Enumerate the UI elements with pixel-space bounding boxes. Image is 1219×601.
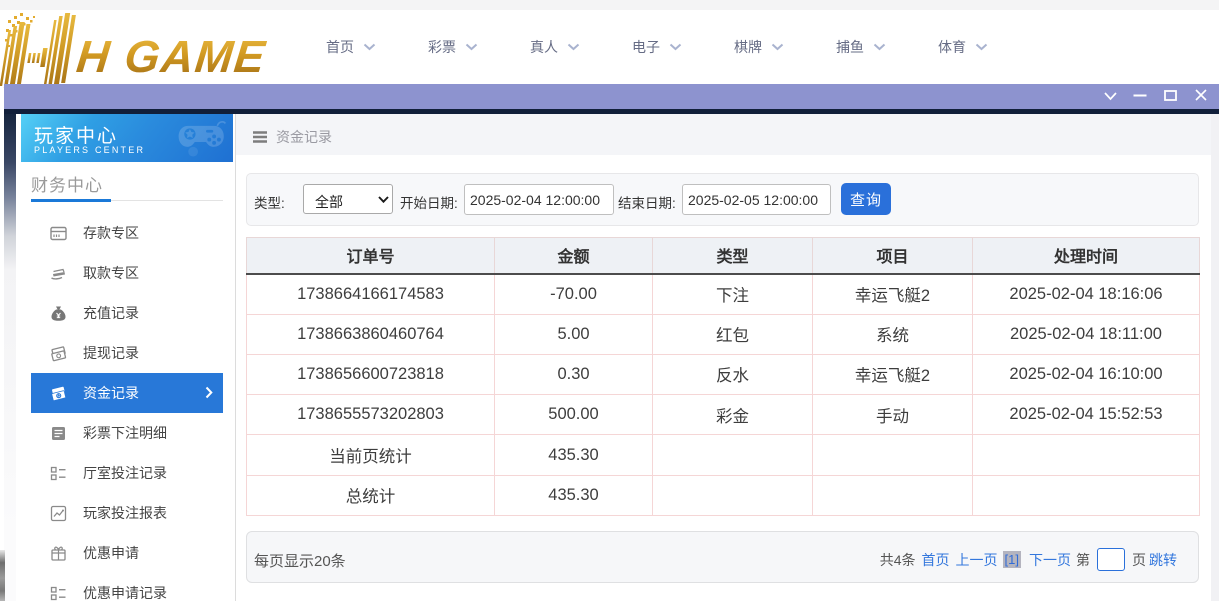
- svg-text:H GAME: H GAME: [74, 31, 269, 82]
